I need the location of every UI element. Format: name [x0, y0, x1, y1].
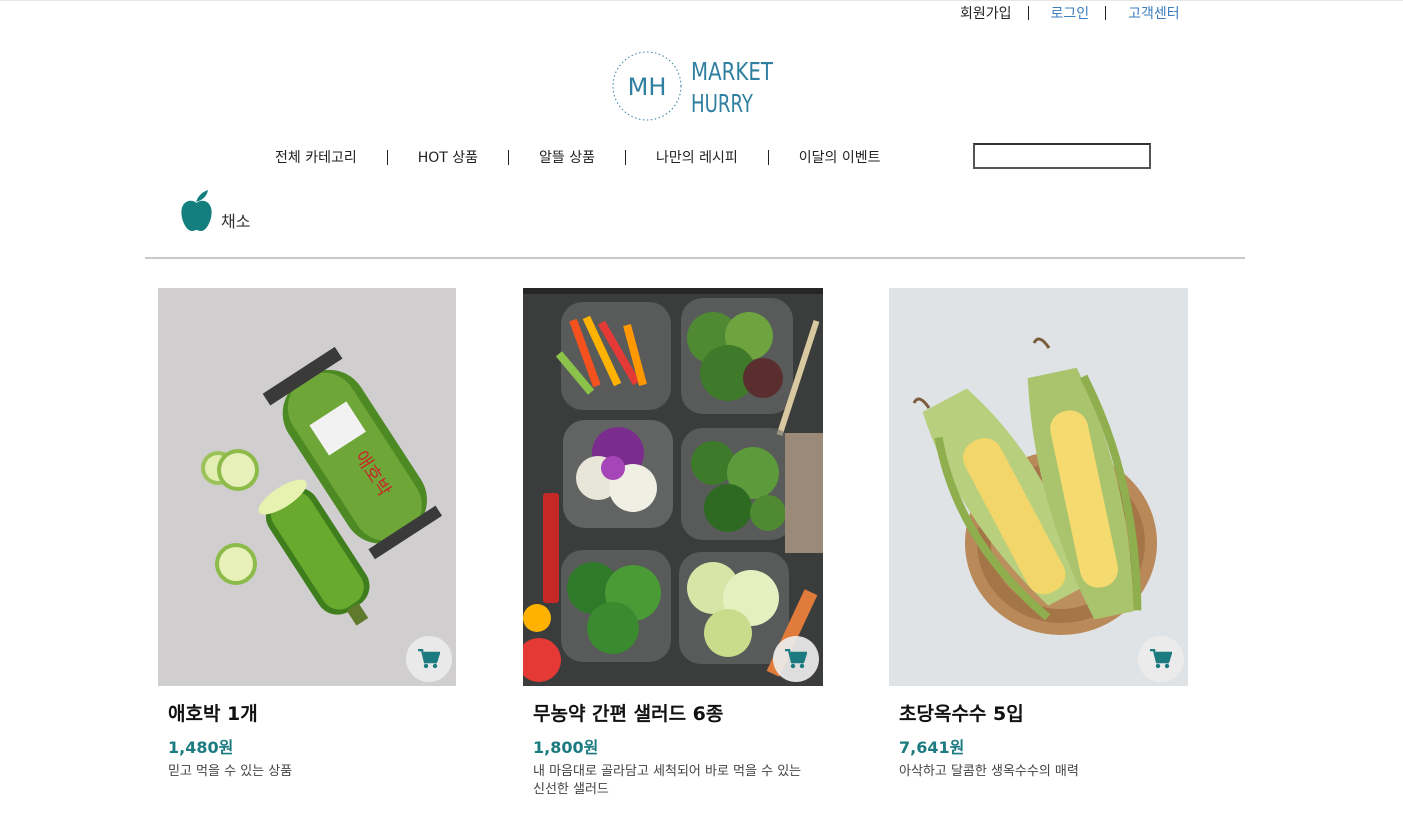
product-card[interactable]: 애호박 애호박 1개 1,480원 믿고 먹을 수 있는 상품	[158, 288, 458, 781]
product-price: 1,480원	[168, 738, 234, 757]
apple-icon	[181, 190, 212, 231]
salad-image	[523, 288, 823, 686]
category-label: 채소	[221, 212, 251, 231]
customer-center-link[interactable]: 고객센터	[1128, 3, 1180, 23]
logo-text-line2: HURRY	[691, 89, 754, 118]
product-description: 믿고 먹을 수 있는 상품	[168, 764, 293, 779]
product-name[interactable]: 무농약 간편 샐러드 6종	[533, 699, 823, 726]
product-description: 내 마음대로 골라담고 세척되어 바로 먹을 수 있는 신선한 샐러드	[533, 764, 802, 797]
logo-text-line1: MARKET	[691, 57, 774, 86]
product-price: 1,800원	[533, 738, 599, 757]
product-photo[interactable]	[523, 288, 823, 686]
market-hurry-logo[interactable]: MH MARKET HURRY	[611, 50, 781, 122]
top-links: 회원가입 로그인 고객센터	[960, 3, 1180, 23]
section-divider	[145, 257, 1245, 259]
divider	[1027, 6, 1029, 20]
product-photo[interactable]	[889, 288, 1188, 686]
main-nav: 전체 카테고리 HOT 상품 알뜰 상품 나만의 레시피 이달의 이벤트	[240, 147, 911, 167]
login-link[interactable]: 로그인	[1051, 3, 1090, 23]
product-description: 아삭하고 달콤한 생옥수수의 매력	[899, 764, 1079, 779]
add-to-cart-button[interactable]	[406, 636, 452, 682]
corn-image	[889, 288, 1188, 686]
nav-all-categories[interactable]: 전체 카테고리	[240, 147, 387, 167]
search-input[interactable]	[973, 143, 1151, 169]
product-name[interactable]: 애호박 1개	[168, 699, 458, 726]
zucchini-image: 애호박	[158, 288, 456, 686]
nav-hot-products[interactable]: HOT 상품	[388, 147, 508, 167]
nav-monthly-events[interactable]: 이달의 이벤트	[769, 147, 911, 167]
add-to-cart-button[interactable]	[1138, 636, 1184, 682]
nav-my-recipes[interactable]: 나만의 레시피	[626, 147, 768, 167]
cart-icon	[785, 649, 807, 669]
category-heading: 채소	[180, 189, 250, 233]
divider	[1105, 6, 1107, 20]
nav-bargain-products[interactable]: 알뜰 상품	[509, 147, 625, 167]
product-card[interactable]: 무농약 간편 샐러드 6종 1,800원 내 마음대로 골라담고 세척되어 바로…	[523, 288, 823, 799]
logo-mark: MH	[628, 73, 667, 101]
signup-link[interactable]: 회원가입	[960, 3, 1012, 23]
product-name[interactable]: 초당옥수수 5입	[899, 699, 1189, 726]
product-photo[interactable]: 애호박	[158, 288, 456, 686]
add-to-cart-button[interactable]	[773, 636, 819, 682]
cart-icon	[418, 649, 440, 669]
cart-icon	[1150, 649, 1172, 669]
product-card[interactable]: 초당옥수수 5입 7,641원 아삭하고 달콤한 생옥수수의 매력	[889, 288, 1189, 781]
product-price: 7,641원	[899, 738, 965, 757]
